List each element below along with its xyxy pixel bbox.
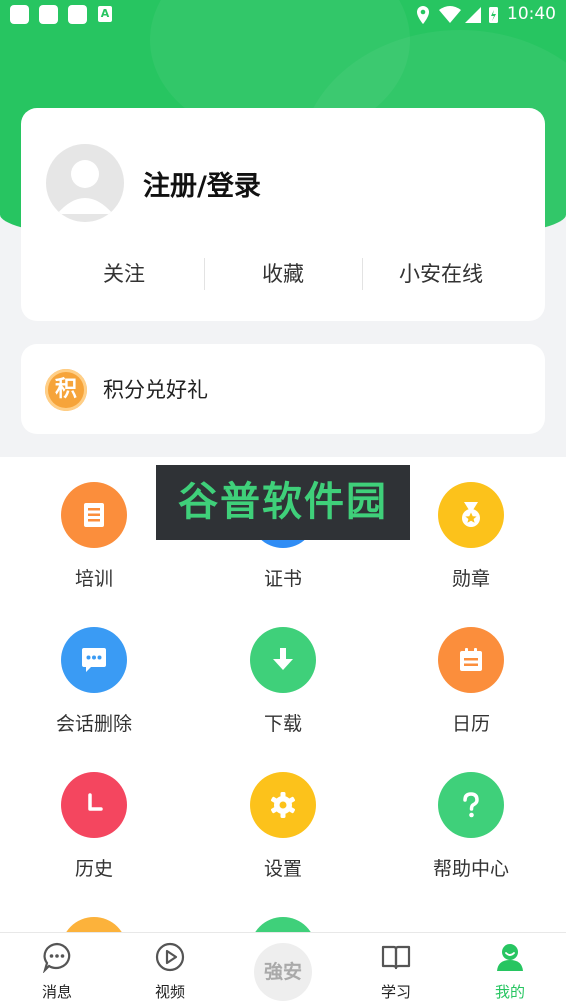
bottom-tab-bar: 消息 视频 強安 学习 我的 [0,932,566,1007]
system-status-icons [417,6,498,24]
calendar-icon [460,648,482,671]
follow-button[interactable]: 关注 [45,258,203,288]
grid-item-calendar[interactable]: 日历 [391,627,551,757]
status-bar: A 10:40 [0,0,566,30]
grid-label: 历史 [74,858,113,880]
tab-label: 消息 [41,983,72,1001]
clock-text: 10:40 [507,4,556,24]
points-exchange-label: 积分兑好礼 [103,378,208,402]
clock-icon [88,793,103,811]
grid-label: 证书 [263,568,302,590]
open-book-icon [381,945,411,970]
chat-icon [82,648,106,672]
tab-label: 视频 [154,983,185,1001]
notification-icon [10,5,29,24]
grid-item-delete-session[interactable]: 会话删除 [14,627,174,757]
medal-icon-circle [438,482,504,548]
calendar-icon-circle [438,627,504,693]
grid-label: 设置 [263,858,302,880]
login-register-link[interactable]: 注册/登录 [143,164,261,203]
grid-item-training[interactable]: 培训 [14,482,174,612]
center-logo-button[interactable]: 強安 [254,943,312,1001]
watermark: 谷普软件园 [156,465,410,540]
grid-label: 会话删除 [55,713,132,735]
gear-icon [271,792,295,818]
question-icon [463,792,479,818]
grid-item-medal[interactable]: 勋章 [391,482,551,612]
points-exchange-card[interactable]: 积 积分兑好礼 [21,344,545,434]
download-icon-circle [250,627,316,693]
points-icon: 积 [45,369,87,411]
medal-icon [462,502,480,527]
grid-label: 勋章 [451,568,490,590]
profile-card: 注册/登录 关注 收藏 小安在线 [21,108,545,321]
message-icon [42,942,71,973]
grid-item-download[interactable]: 下载 [203,627,363,757]
grid-item-settings[interactable]: 设置 [203,772,363,902]
tab-mine[interactable]: 我的 [470,933,550,1007]
user-icon [497,944,523,971]
clock-icon-circle [61,772,127,838]
gear-icon-circle [250,772,316,838]
download-icon [273,648,293,670]
grid-icon-partial[interactable] [250,917,316,932]
tab-video[interactable]: 视频 [130,933,210,1007]
online-service-button[interactable]: 小安在线 [362,258,520,288]
chat-icon-circle [61,627,127,693]
grid-label: 日历 [451,713,490,735]
question-icon-circle [438,772,504,838]
book-icon [84,503,104,527]
notification-icon [39,5,58,24]
user-icon [57,160,113,214]
grid-label: 培训 [74,568,113,590]
training-icon-circle [61,482,127,548]
grid-item-history[interactable]: 历史 [14,772,174,902]
tab-label: 我的 [494,983,525,1001]
grid-icon-partial[interactable] [61,917,127,932]
notification-icon [68,5,87,24]
grid-item-help-center[interactable]: 帮助中心 [391,772,551,902]
notification-a-icon: A [98,6,112,22]
grid-label: 帮助中心 [432,858,509,880]
tab-messages[interactable]: 消息 [17,933,97,1007]
grid-label: 下载 [263,713,302,735]
play-icon [155,942,185,972]
favorites-button[interactable]: 收藏 [204,258,362,288]
avatar[interactable] [46,144,124,222]
tab-study[interactable]: 学习 [356,933,436,1007]
tab-label: 学习 [380,983,411,1001]
